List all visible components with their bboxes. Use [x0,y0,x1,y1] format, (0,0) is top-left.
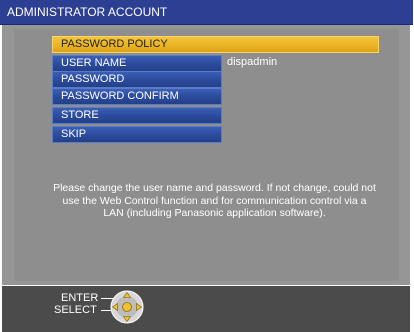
footer-bar: ENTER SELECT [2,286,410,332]
title-bar: ADMINISTRATOR ACCOUNT [0,0,413,25]
menu-item-label: PASSWORD [61,73,125,85]
dpad-icon [110,290,144,324]
menu-item-label: USER NAME [61,57,127,69]
user-name-value: dispadmin [227,56,278,68]
window-title: ADMINISTRATOR ACCOUNT [7,5,168,19]
enter-label: ENTER [61,292,99,304]
menu-item-password[interactable]: PASSWORD [52,71,222,88]
menu-item-store[interactable]: STORE [52,107,222,124]
menu-item-label: PASSWORD CONFIRM [61,90,179,102]
menu-item-label: PASSWORD POLICY [61,38,168,50]
menu-item-user-name[interactable]: USER NAME [52,55,222,72]
menu-item-label: SKIP [61,128,87,140]
menu-item-label: STORE [61,109,99,121]
menu-item-skip[interactable]: SKIP [52,126,222,143]
osd-screen: ADMINISTRATOR ACCOUNT PASSWORD POLICY US… [0,0,413,332]
menu-item-password-confirm[interactable]: PASSWORD CONFIRM [52,88,222,105]
select-label: SELECT [54,304,97,316]
info-message: Please change the user name and password… [53,182,376,219]
menu-item-password-policy[interactable]: PASSWORD POLICY [52,36,379,53]
